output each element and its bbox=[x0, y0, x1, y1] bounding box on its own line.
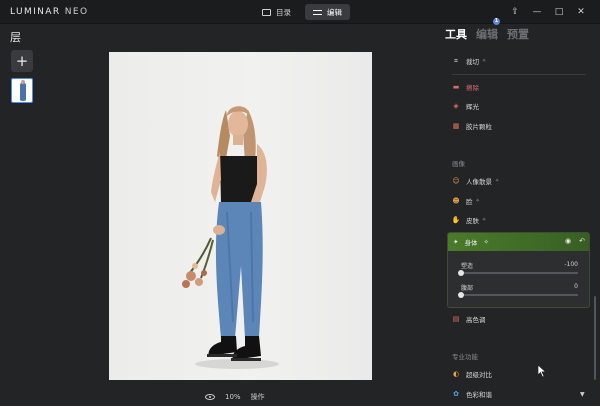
tool-glow-label: 辉光 bbox=[466, 103, 479, 111]
sliders-icon bbox=[313, 9, 322, 16]
divider bbox=[452, 74, 586, 75]
add-layer-button[interactable]: + bbox=[11, 50, 33, 72]
tab-edits-label: 编辑 bbox=[476, 28, 498, 41]
close-button[interactable]: ✕ bbox=[570, 5, 592, 19]
favorite-star-icon: ✧ bbox=[495, 178, 500, 184]
tool-high-key[interactable]: ▤ 高色调 bbox=[452, 314, 486, 324]
tool-high-key-label: 高色调 bbox=[466, 316, 486, 324]
slider-shape-track[interactable] bbox=[458, 270, 578, 276]
section-pro: 专业功能 bbox=[452, 353, 478, 361]
tab-catalog[interactable]: 目录 bbox=[254, 4, 299, 20]
tool-portrait-bokeh-label: 人像散景 bbox=[466, 178, 492, 186]
tool-face[interactable]: ☻ 脸 ✧ bbox=[452, 196, 480, 206]
folder-icon bbox=[262, 8, 271, 16]
tool-erase-label: 擦除 bbox=[466, 84, 479, 92]
favorite-star-icon: ✧ bbox=[482, 58, 487, 64]
tool-color-harmony[interactable]: ✿ 色彩和谐 bbox=[452, 389, 492, 399]
tab-presets[interactable]: 预置 bbox=[507, 26, 529, 42]
logo-suffix: NEO bbox=[64, 7, 89, 17]
portrait-photo bbox=[182, 106, 279, 369]
logo-main: LUMINAR bbox=[10, 7, 61, 17]
body-tool-actions: ◉ ↶ bbox=[565, 237, 585, 245]
body-tool-label: 身体 bbox=[464, 239, 478, 247]
tab-catalog-label: 目录 bbox=[276, 7, 291, 17]
film-grain-icon: ▦ bbox=[452, 121, 460, 130]
erase-icon: ▬ bbox=[452, 82, 460, 91]
body-tool-header[interactable]: ✦ 身体 ✧ ◉ ↶ bbox=[448, 233, 589, 251]
maximize-button[interactable]: □ bbox=[548, 5, 570, 19]
tool-portrait-bokeh[interactable]: ☺ 人像散景 ✧ bbox=[452, 176, 499, 186]
favorite-star-icon: ✧ bbox=[475, 198, 480, 204]
slider-shape-label: 塑造 bbox=[461, 263, 474, 270]
favorite-star-icon: ✧ bbox=[482, 217, 487, 223]
tab-tools[interactable]: 工具 bbox=[445, 26, 467, 42]
top-navigation: 目录 编辑 bbox=[254, 4, 350, 20]
reset-undo-icon[interactable]: ↶ bbox=[579, 237, 585, 245]
slider-abdomen-handle[interactable] bbox=[458, 292, 464, 298]
layer-thumbnail-figure bbox=[20, 80, 26, 101]
high-key-icon: ▤ bbox=[452, 314, 460, 323]
slider-abdomen-track[interactable] bbox=[458, 292, 578, 298]
layer-thumbnail[interactable] bbox=[11, 78, 33, 103]
tool-erase[interactable]: ▬ 擦除 bbox=[452, 82, 479, 92]
body-tool-panel: ✦ 身体 ✧ ◉ ↶ 塑造 -100 腹部 0 bbox=[447, 232, 590, 308]
tool-super-contrast-label: 超级对比 bbox=[466, 371, 492, 379]
face-icon: ☻ bbox=[452, 196, 460, 205]
right-panel-tabs: 工具 编辑 1 预置 bbox=[445, 18, 529, 42]
title-bar: LUMINAR NEO 目录 编辑 ⇪ — □ ✕ bbox=[0, 0, 600, 24]
favorite-star-icon: ✧ bbox=[483, 238, 489, 246]
right-panel-scrollbar[interactable] bbox=[594, 296, 596, 380]
tool-super-contrast[interactable]: ◐ 超级对比 bbox=[452, 369, 492, 379]
visibility-eye-icon[interactable]: ◉ bbox=[565, 237, 571, 245]
tab-edit[interactable]: 编辑 bbox=[305, 4, 350, 20]
app-logo: LUMINAR NEO bbox=[10, 7, 88, 17]
tool-film-grain[interactable]: ▦ 胶片颗粒 bbox=[452, 121, 492, 131]
body-tool-title: ✦ 身体 ✧ bbox=[453, 237, 489, 247]
mouse-cursor-icon bbox=[537, 364, 547, 378]
minimize-button[interactable]: — bbox=[526, 5, 548, 19]
skin-icon: ✋ bbox=[451, 215, 461, 224]
super-contrast-icon: ◐ bbox=[452, 369, 460, 378]
tool-face-label: 脸 bbox=[466, 198, 473, 206]
tool-crop[interactable]: ⌗ 裁切 ✧ bbox=[452, 56, 486, 66]
tool-color-harmony-label: 色彩和谐 bbox=[466, 391, 492, 399]
tool-film-grain-label: 胶片颗粒 bbox=[466, 123, 492, 131]
zoom-level[interactable]: 10% bbox=[225, 393, 241, 401]
tab-edit-label: 编辑 bbox=[327, 7, 342, 17]
portrait-bokeh-icon: ☺ bbox=[452, 176, 460, 185]
color-harmony-icon: ✿ bbox=[453, 389, 459, 398]
section-portrait: 画像 bbox=[452, 160, 465, 168]
glow-icon: ◈ bbox=[453, 101, 459, 110]
tool-crop-label: 裁切 bbox=[466, 58, 479, 66]
edits-count-badge: 1 bbox=[493, 18, 500, 25]
tab-edits[interactable]: 编辑 1 bbox=[476, 18, 500, 42]
photo-canvas[interactable] bbox=[109, 52, 372, 380]
tool-glow[interactable]: ◈ 辉光 bbox=[452, 101, 479, 111]
share-icon[interactable]: ⇪ bbox=[504, 5, 526, 19]
canvas-toolbar: 10% 操作 bbox=[205, 392, 265, 402]
slider-shape-value: -100 bbox=[564, 261, 578, 268]
slider-abdomen-label: 腹部 bbox=[461, 285, 474, 292]
tool-skin[interactable]: ✋ 皮肤 ✧ bbox=[451, 215, 487, 225]
layers-title: 层 bbox=[10, 31, 21, 44]
slider-shape-handle[interactable] bbox=[458, 270, 464, 276]
body-icon: ✦ bbox=[453, 238, 459, 246]
chevron-down-icon[interactable]: ▼ bbox=[580, 391, 585, 398]
tool-skin-label: 皮肤 bbox=[466, 217, 479, 225]
preview-eye-icon[interactable] bbox=[205, 394, 215, 400]
slider-abdomen-value: 0 bbox=[574, 283, 578, 290]
crop-icon: ⌗ bbox=[454, 56, 458, 65]
actions-menu[interactable]: 操作 bbox=[251, 392, 265, 402]
window-controls: ⇪ — □ ✕ bbox=[504, 5, 592, 19]
